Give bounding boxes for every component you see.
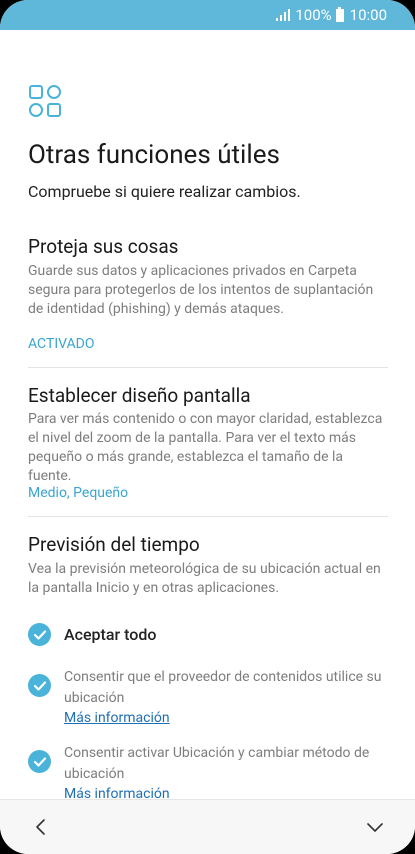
clock: 10:00 [349, 6, 387, 24]
section-title-screen-layout[interactable]: Establecer diseño pantalla [28, 384, 251, 407]
page-title: Otras funciones útiles [28, 140, 280, 170]
section-title-weather: Previsión del tiempo [28, 533, 200, 556]
consent-location-text: Consentir que el proveedor de contenidos… [64, 669, 382, 706]
section-desc-protect: Guarde sus datos y aplicaciones privados… [28, 263, 374, 317]
status-bar: 100% 10:00 [0, 0, 415, 30]
page-subtitle: Compruebe si quiere realizar cambios. [28, 182, 301, 201]
bottom-navigation [0, 799, 415, 854]
consent-location-method-text: Consentir activar Ubicación y cambiar mé… [64, 745, 370, 782]
section-desc-weather: Vea la previsión meteorológica de su ubi… [28, 561, 381, 596]
consent-location-method-checkbox[interactable] [28, 750, 51, 773]
section-value-protect[interactable]: ACTIVADO [28, 336, 95, 352]
chevron-left-icon[interactable] [30, 816, 52, 838]
more-info-link[interactable]: Más información [64, 710, 170, 726]
checkmark-icon [33, 756, 46, 767]
accept-all-label[interactable]: Aceptar todo [64, 625, 156, 644]
phone-screen: 100% 10:00 Otras funciones útiles Compru… [0, 0, 415, 854]
section-title-protect[interactable]: Proteja sus cosas [28, 235, 179, 258]
section-value-screen-layout[interactable]: Medio, Pequeño [28, 485, 128, 501]
chevron-down-icon[interactable] [364, 816, 386, 838]
signal-icon [276, 9, 291, 21]
divider [28, 516, 388, 517]
apps-grid-icon [29, 85, 61, 117]
checkmark-icon [33, 680, 46, 691]
divider [28, 367, 388, 368]
battery-percentage: 100% [295, 6, 332, 24]
accept-all-checkbox[interactable] [28, 623, 51, 646]
consent-location-checkbox[interactable] [28, 674, 51, 697]
battery-icon [335, 6, 344, 22]
checkmark-icon [33, 629, 46, 640]
section-desc-screen-layout: Para ver más contenido o con mayor clari… [28, 411, 383, 484]
